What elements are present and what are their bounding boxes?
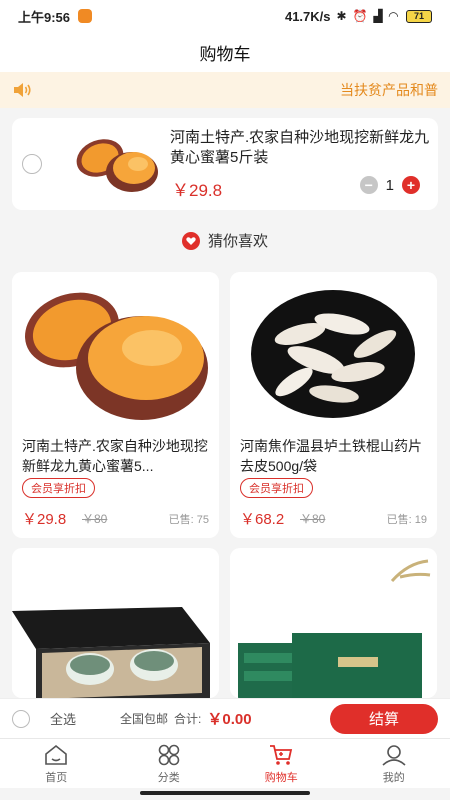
product-card[interactable]: 河南焦作温县垆土铁棍山药片去皮500g/袋 会员享折扣 ￥68.2 ￥80 已售… (230, 272, 437, 538)
tab-home-label: 首页 (45, 771, 68, 784)
alarm-icon: ⏰ (352, 9, 368, 23)
product-price: ￥68.2 (240, 511, 285, 528)
battery-icon: 71 (406, 9, 432, 23)
product-sold-count: 已售: 19 (386, 514, 427, 526)
recommend-header: 猜你喜欢 (0, 230, 450, 251)
product-price: ￥29.8 (22, 511, 67, 528)
product-card[interactable] (230, 548, 437, 698)
home-icon (45, 744, 68, 765)
cart-item-name[interactable]: 河南土特产.农家自种沙地现挖新鲜龙九黄心蜜薯5斤装 (170, 128, 430, 168)
cart-item: 河南土特产.农家自种沙地现挖新鲜龙九黄心蜜薯5斤装 ￥29.8 − 1 + (12, 118, 438, 210)
signal-icon: ▟ (373, 9, 383, 23)
green-gift-box-image (230, 553, 437, 698)
total-label: 合计: (174, 712, 202, 726)
total-value: ￥0.00 (207, 711, 252, 728)
select-all-label[interactable]: 全选 (50, 709, 76, 728)
member-discount-badge: 会员享折扣 (22, 478, 95, 498)
tab-cart[interactable]: 购物车 (225, 739, 338, 788)
header: 购物车 (0, 32, 450, 72)
quantity-value: 1 (385, 176, 394, 194)
heart-icon (181, 231, 200, 250)
product-original-price: ￥80 (300, 512, 326, 526)
page-title: 购物车 (199, 44, 251, 64)
quantity-stepper: − 1 + (359, 176, 420, 194)
checkout-button[interactable]: 结算 (330, 703, 438, 734)
notice-text: 当扶贫产品和普 (340, 82, 438, 98)
increase-quantity-button[interactable]: + (402, 176, 420, 194)
bluetooth-icon: ✱ (336, 9, 347, 23)
network-speed: 41.7K/s (284, 8, 331, 24)
tab-category-label: 分类 (157, 771, 180, 784)
tab-cart-label: 购物车 (264, 771, 298, 784)
profile-icon (382, 744, 406, 766)
product-sold-count: 已售: 75 (168, 514, 209, 526)
yam-slices-image (230, 272, 437, 432)
speaker-icon (14, 83, 31, 97)
sweet-potato-image (12, 272, 219, 432)
status-time: 上午9:56 (18, 9, 71, 25)
cart-icon (270, 744, 293, 765)
product-name: 河南土特产.农家自种沙地现挖新鲜龙九黄心蜜薯5... (22, 438, 208, 474)
gift-box-image (12, 553, 219, 698)
cart-item-checkbox[interactable] (22, 154, 42, 174)
recommend-title: 猜你喜欢 (207, 233, 268, 250)
tab-home[interactable]: 首页 (0, 739, 113, 788)
home-indicator[interactable] (140, 791, 310, 795)
cart-item-price: ￥29.8 (172, 181, 223, 200)
app-notification-icon (78, 9, 93, 23)
product-name: 河南焦作温县垆土铁棍山药片去皮500g/袋 (240, 438, 422, 474)
select-all-checkbox[interactable] (12, 709, 30, 728)
notice-bar[interactable]: 当扶贫产品和普 (0, 72, 450, 108)
free-shipping-label: 全国包邮 (120, 712, 169, 726)
tab-bar: 首页 分类 购物车 我的 (0, 738, 450, 788)
category-icon (158, 744, 180, 765)
status-bar: 上午9:56 41.7K/s ✱ ⏰ ▟ ◠ 71 (0, 0, 450, 32)
tab-profile-label: 我的 (382, 771, 405, 784)
sweet-potato-thumbnail[interactable] (64, 128, 164, 200)
tab-profile[interactable]: 我的 (338, 739, 450, 788)
product-card[interactable]: 河南土特产.农家自种沙地现挖新鲜龙九黄心蜜薯5... 会员享折扣 ￥29.8 ￥… (12, 272, 219, 538)
member-discount-badge: 会员享折扣 (240, 478, 313, 498)
status-right: 41.7K/s ✱ ⏰ ▟ ◠ 71 (285, 9, 432, 24)
decrease-quantity-button[interactable]: − (359, 176, 378, 194)
wifi-icon: ◠ (388, 9, 398, 23)
product-original-price: ￥80 (82, 512, 108, 526)
tab-category[interactable]: 分类 (113, 739, 226, 788)
checkout-bar: 全选 全国包邮 合计: ￥0.00 结算 (0, 698, 450, 738)
product-card[interactable] (12, 548, 219, 698)
